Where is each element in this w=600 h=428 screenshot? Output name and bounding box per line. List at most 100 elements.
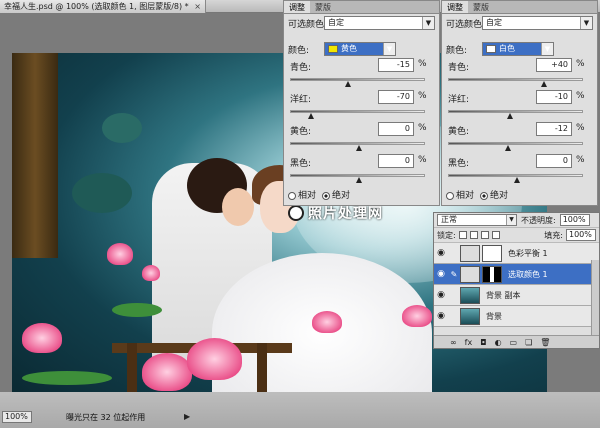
slider-value-input[interactable]: -10 (536, 90, 572, 104)
percent-label: % (418, 59, 427, 69)
slider-value-input[interactable]: +40 (536, 58, 572, 72)
layer-row[interactable]: ◉ ✎ 选取颜色 1 (434, 264, 599, 285)
layers-scrollbar[interactable] (591, 260, 599, 336)
eye-icon[interactable]: ◉ (434, 311, 448, 321)
slider-value-input[interactable]: -12 (536, 122, 572, 136)
adjustments-panel-right: 调整 蒙版 可选颜色 自定 ▼ 颜色: 白色 ▼ 青色: +40% 洋红: -10% 黄… (441, 0, 598, 206)
tab-masks[interactable]: 蒙版 (468, 1, 494, 13)
document-title: 幸福人生.psd @ 100% (选取颜色 1, 图层蒙版/8) * (4, 2, 189, 11)
radio-relative[interactable]: 相对 (288, 188, 316, 201)
lock-position-icon[interactable] (480, 231, 489, 239)
slider-label: 青色: (290, 63, 312, 73)
radio-absolute[interactable]: 绝对 (480, 188, 508, 201)
layers-bottom-bar: ∞ fx ◘ ◐ ▭ ❏ 🗑 (434, 335, 599, 348)
eye-icon[interactable]: ◉ (434, 269, 448, 279)
document-tab[interactable]: 幸福人生.psd @ 100% (选取颜色 1, 图层蒙版/8) * × (0, 0, 206, 13)
tab-masks[interactable]: 蒙版 (310, 1, 336, 13)
add-mask-icon[interactable]: ◘ (480, 338, 486, 347)
link-layers-icon[interactable]: ∞ (450, 338, 457, 347)
percent-label: % (418, 155, 427, 165)
layer-thumbnail (460, 307, 480, 325)
fill-label: 填充: (544, 230, 563, 240)
tab-adjustments[interactable]: 调整 (284, 1, 310, 13)
slider-row: 青色: +40% (442, 58, 597, 90)
color-select[interactable]: 黄色 ▼ (324, 42, 396, 56)
percent-label: % (576, 59, 585, 69)
fill-input[interactable]: 100% (566, 229, 596, 241)
adjustments-panel-left: 调整 蒙版 可选颜色 自定 ▼ 颜色: 黄色 ▼ 青色: -15% 洋红: -70% 黄… (283, 0, 440, 206)
slider-value-input[interactable]: 0 (378, 122, 414, 136)
layer-row[interactable]: ◉ 背景 (434, 306, 599, 327)
eye-icon[interactable]: ◉ (434, 248, 448, 258)
slider-thumb[interactable] (307, 113, 314, 119)
new-layer-icon[interactable]: ❏ (525, 338, 532, 347)
adjustment-thumbnail (460, 265, 480, 283)
radio-absolute[interactable]: 绝对 (322, 188, 350, 201)
radio-absolute-label: 绝对 (332, 191, 351, 201)
wooden-pillar (12, 53, 58, 258)
trash-icon[interactable]: 🗑 (540, 338, 550, 347)
brush-icon: ✎ (450, 269, 458, 279)
panel-tabs: 调整 蒙版 (284, 1, 439, 14)
opacity-input[interactable]: 100% (559, 214, 590, 226)
mode-radio-group: 相对 绝对 (446, 188, 508, 201)
color-row: 颜色: 白色 ▼ (442, 40, 597, 58)
slider-thumb[interactable] (506, 113, 513, 119)
new-group-icon[interactable]: ▭ (510, 338, 518, 347)
color-select[interactable]: 白色 ▼ (482, 42, 554, 56)
zoom-field[interactable]: 100% (2, 411, 32, 423)
slider-thumb[interactable] (513, 177, 520, 183)
lock-all-icon[interactable] (491, 231, 500, 239)
layers-panel: 正常 ▼ 不透明度: 100% 锁定: 填充: 100% ◉ 色彩平衡 1 ◉ ✎ 选取… (433, 212, 600, 349)
layer-name: 选取颜色 1 (508, 269, 548, 279)
adjustment-layer-icon[interactable]: ◐ (495, 338, 502, 347)
layer-thumbnail (482, 265, 502, 283)
lock-transparency-icon[interactable] (458, 231, 467, 239)
slider-label: 黄色: (290, 127, 312, 137)
radio-relative[interactable]: 相对 (446, 188, 474, 201)
fx-icon[interactable]: fx (465, 338, 473, 347)
slider-value-input[interactable]: 0 (378, 154, 414, 168)
status-bar: 100% 曝光只在 32 位起作用 ▶ (0, 392, 600, 428)
layer-name: 背景 (486, 311, 502, 321)
lock-pixels-icon[interactable] (469, 231, 478, 239)
chevron-down-icon: ▼ (580, 17, 592, 29)
layer-name: 背景 副本 (486, 290, 521, 300)
slider-thumb[interactable] (345, 81, 352, 87)
slider-track[interactable] (290, 78, 425, 81)
slider-track[interactable] (448, 78, 583, 81)
blend-mode-value: 正常 (441, 215, 457, 224)
preset-select[interactable]: 自定 ▼ (482, 16, 593, 30)
lotus-leaf (72, 173, 132, 213)
eye-icon[interactable]: ◉ (434, 290, 448, 300)
chevron-right-icon[interactable]: ▶ (184, 412, 190, 421)
lotus-flower (107, 243, 133, 265)
radio-relative-label: 相对 (456, 191, 475, 201)
lock-row: 锁定: 填充: 100% (434, 228, 599, 243)
slider-thumb[interactable] (355, 177, 362, 183)
layer-row[interactable]: ◉ 色彩平衡 1 (434, 243, 599, 264)
slider-thumb[interactable] (540, 81, 547, 87)
color-row: 颜色: 黄色 ▼ (284, 40, 439, 58)
slider-track[interactable] (448, 110, 583, 113)
slider-value-input[interactable]: 0 (536, 154, 572, 168)
lotus-flower (402, 305, 432, 327)
slider-value-input[interactable]: -15 (378, 58, 414, 72)
slider-row: 黄色: -12% (442, 122, 597, 154)
preset-select[interactable]: 自定 ▼ (324, 16, 435, 30)
close-icon[interactable]: × (194, 2, 201, 11)
slider-value-input[interactable]: -70 (378, 90, 414, 104)
percent-label: % (576, 155, 585, 165)
preset-value: 自定 (328, 18, 344, 27)
color-swatch (486, 44, 496, 53)
slider-thumb[interactable] (505, 145, 512, 151)
slider-track[interactable] (448, 142, 583, 145)
slider-row: 青色: -15% (284, 58, 439, 90)
layer-row[interactable]: ◉ 背景 副本 (434, 285, 599, 306)
slider-thumb[interactable] (355, 145, 362, 151)
tab-adjustments[interactable]: 调整 (442, 1, 468, 13)
slider-row: 洋红: -70% (284, 90, 439, 122)
radio-relative-label: 相对 (298, 191, 317, 201)
mode-radio-group: 相对 绝对 (288, 188, 350, 201)
blend-mode-select[interactable]: 正常 ▼ (437, 214, 517, 226)
